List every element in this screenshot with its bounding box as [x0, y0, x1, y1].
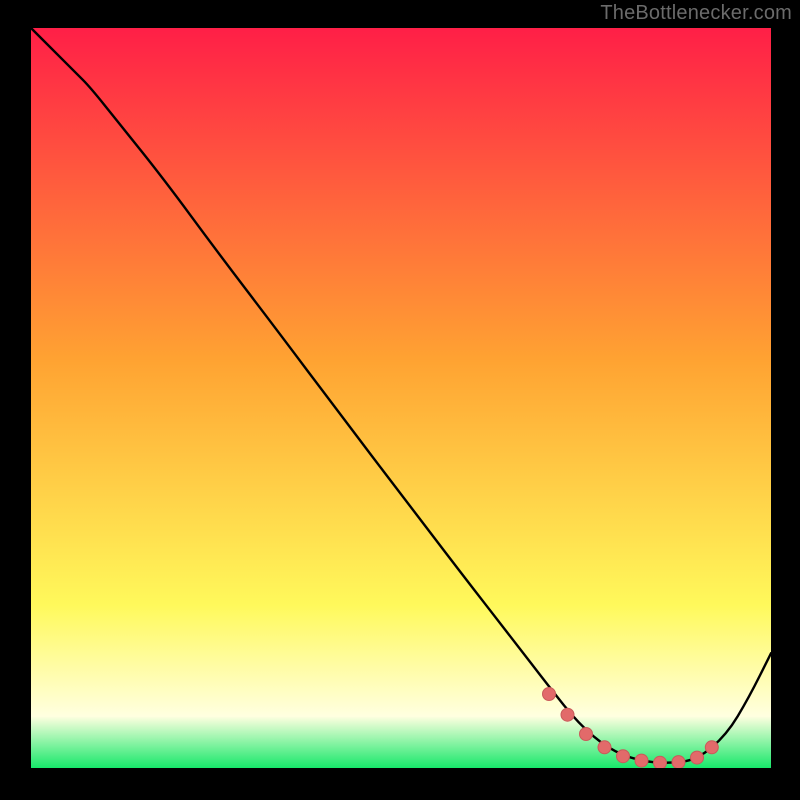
highlight-dot: [705, 741, 718, 754]
highlight-dot: [543, 688, 556, 701]
highlight-dot: [635, 754, 648, 767]
highlight-dot: [580, 728, 593, 741]
highlight-dot: [598, 741, 611, 754]
plot-svg: [31, 28, 771, 768]
highlight-dot: [691, 751, 704, 764]
plot-area: [31, 28, 771, 768]
gradient-background: [31, 28, 771, 768]
highlight-dot: [561, 708, 574, 721]
highlight-dot: [617, 750, 630, 763]
watermark-text: TheBottlenecker.com: [600, 2, 792, 25]
chart-frame: TheBottlenecker.com: [0, 0, 800, 800]
highlight-dot: [672, 756, 685, 768]
highlight-dot: [654, 756, 667, 768]
